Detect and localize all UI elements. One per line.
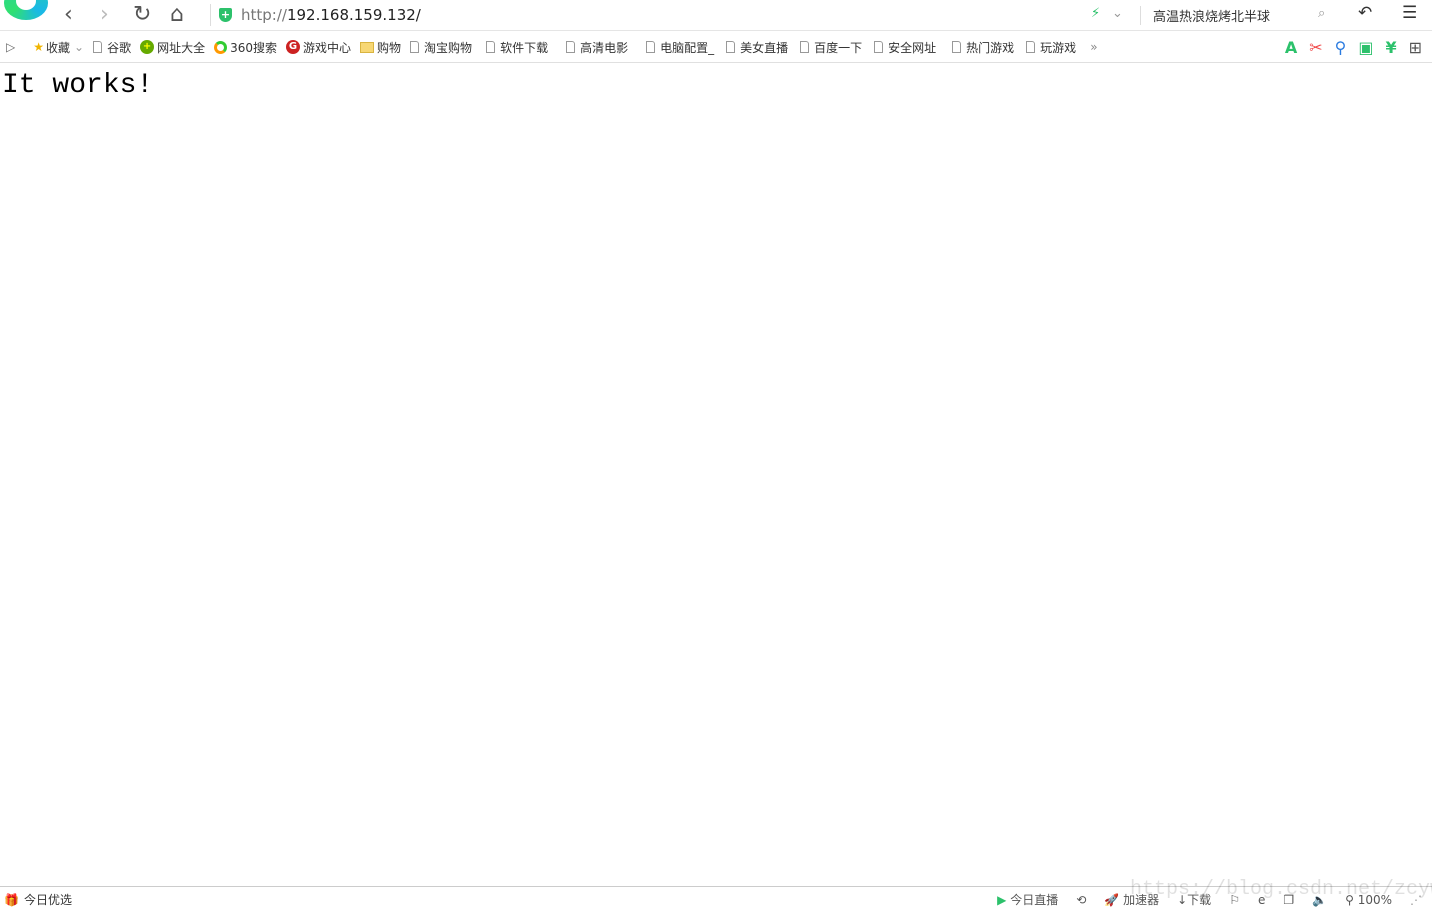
home-button[interactable]: ⌂ bbox=[170, 2, 184, 28]
bookmark-bar: ▷ ★ 收藏 ⌄ 谷歌 + 网址大全 360搜索 G 游戏中心 购物 淘宝购物 软件下载… bbox=[0, 32, 1432, 63]
screenshot-scissors-icon[interactable]: ✂ bbox=[1309, 38, 1322, 57]
bookmark-item[interactable]: 软件下载 bbox=[486, 39, 548, 56]
bookmark-item[interactable]: 玩游戏 bbox=[1026, 39, 1076, 56]
search-box[interactable]: 高温热浪烧烤北半球 bbox=[1140, 6, 1270, 25]
watermark: https://blog.csdn.net/zcywgy1 bbox=[1130, 878, 1432, 901]
page-icon bbox=[726, 41, 736, 53]
web-nav-icon: + bbox=[140, 40, 155, 54]
bookmark-item[interactable]: 安全网址 bbox=[874, 39, 936, 56]
bookmark-item[interactable]: 电脑配置_ bbox=[646, 39, 714, 56]
title-toolbar: ‹ › ↻ ⌂ + http://192.168.159.132/ ⚡ ⌄ 高温… bbox=[0, 0, 1432, 31]
play-circle-icon: ▶ bbox=[997, 893, 1007, 907]
bookmark-item[interactable]: 淘宝购物 bbox=[410, 39, 472, 56]
bookmark-item[interactable]: 百度一下 bbox=[800, 39, 862, 56]
gift-icon: 🎁 bbox=[4, 892, 19, 907]
sidebar-toggle-icon[interactable]: ▷ bbox=[6, 40, 15, 54]
search-icon[interactable]: ⌕ bbox=[1318, 6, 1325, 21]
bookmark-item[interactable]: 谷歌 bbox=[93, 39, 131, 56]
bookmarks-more-button[interactable]: » bbox=[1090, 40, 1097, 54]
folder-icon bbox=[360, 41, 375, 53]
page-icon bbox=[952, 41, 962, 53]
chevron-down-icon[interactable]: ⌄ bbox=[1112, 6, 1123, 21]
extension-toolbar: A ✂ ⚲ ▣ ¥ ⊞ bbox=[1285, 38, 1422, 57]
live-button[interactable]: ▶ 今日直播 bbox=[997, 891, 1058, 908]
page-body-text: It works! bbox=[2, 70, 154, 101]
chevron-down-icon: ⌄ bbox=[74, 40, 85, 54]
bookmark-item[interactable]: G 游戏中心 bbox=[286, 39, 351, 56]
browser-logo bbox=[4, 0, 48, 20]
page-icon bbox=[1026, 41, 1036, 53]
forward-button[interactable]: › bbox=[100, 2, 109, 28]
apps-grid-icon[interactable]: ⊞ bbox=[1409, 38, 1422, 57]
reload-button[interactable]: ↻ bbox=[133, 2, 151, 28]
url-host: 192.168.159.132/ bbox=[286, 6, 421, 24]
page-icon bbox=[874, 41, 884, 53]
page-icon bbox=[410, 41, 420, 53]
bookmark-item[interactable]: 高清电影 bbox=[566, 39, 628, 56]
page-icon bbox=[646, 41, 656, 53]
undo-button[interactable]: ↶ bbox=[1358, 3, 1372, 23]
bookmark-item[interactable]: + 网址大全 bbox=[140, 39, 205, 56]
star-icon: ★ bbox=[33, 40, 44, 54]
page-icon bbox=[566, 41, 576, 53]
address-bar[interactable]: + http://192.168.159.132/ bbox=[210, 4, 421, 26]
secure-shield-icon: + bbox=[219, 8, 232, 22]
page-icon bbox=[800, 41, 810, 53]
gamepad-icon[interactable]: ▣ bbox=[1358, 38, 1373, 57]
url-scheme: http:// bbox=[241, 6, 287, 24]
magnifier-icon[interactable]: ⚲ bbox=[1335, 38, 1347, 57]
search-360-icon bbox=[214, 40, 228, 54]
lightning-icon[interactable]: ⚡ bbox=[1091, 6, 1100, 21]
rocket-icon: 🚀 bbox=[1104, 893, 1120, 907]
history-icon[interactable]: ⟲ bbox=[1076, 893, 1086, 907]
bookmark-item[interactable]: 360搜索 bbox=[214, 39, 277, 56]
back-button[interactable]: ‹ bbox=[64, 2, 73, 28]
bookmark-item[interactable]: 热门游戏 bbox=[952, 39, 1014, 56]
translate-icon[interactable]: A bbox=[1285, 38, 1297, 57]
bookmark-favorites[interactable]: ★ 收藏 ⌄ bbox=[33, 39, 84, 56]
game-center-icon: G bbox=[286, 40, 301, 54]
daily-picks[interactable]: 🎁 今日优选 bbox=[4, 891, 72, 908]
page-icon bbox=[486, 41, 496, 53]
bookmark-item[interactable]: 美女直播 bbox=[726, 39, 788, 56]
page-icon bbox=[93, 41, 103, 53]
bookmark-folder[interactable]: 购物 bbox=[360, 39, 401, 56]
security-shield-icon[interactable]: ¥ bbox=[1385, 38, 1396, 57]
menu-button[interactable]: ☰ bbox=[1402, 3, 1417, 23]
